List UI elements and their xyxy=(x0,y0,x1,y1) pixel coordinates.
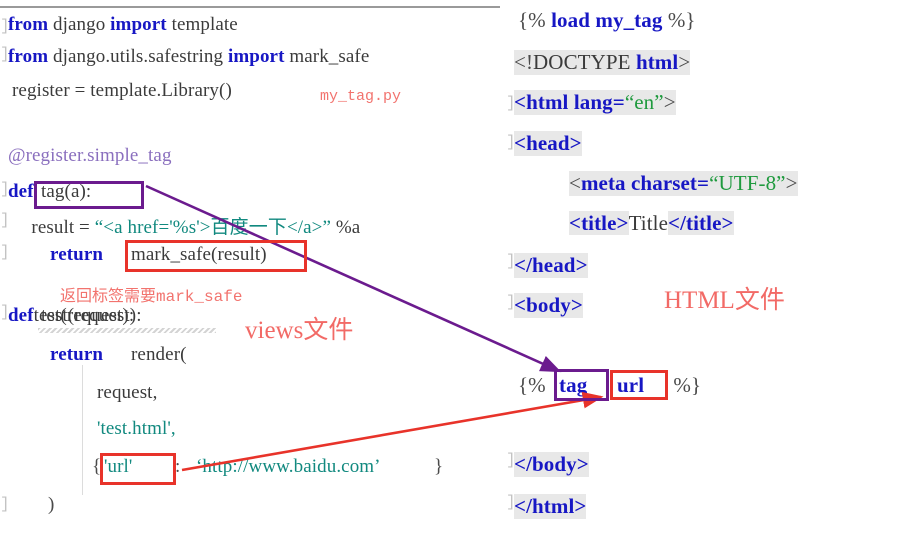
token-test-html-arg: 'test.html', xyxy=(97,418,176,439)
token-lang-attr: lang= xyxy=(573,90,625,114)
token-import: import xyxy=(110,14,167,35)
token-def: def xyxy=(8,181,34,202)
code-line-1: from django import template xyxy=(8,14,238,36)
code-line-3: register = template.Library() xyxy=(12,80,232,102)
code-line-10-render: render( xyxy=(131,344,187,366)
token-body-close: </body> xyxy=(514,452,589,476)
token-html-close: </html> xyxy=(514,494,587,518)
token-test-sig: test(request): xyxy=(41,305,142,326)
token-title-open: <title> xyxy=(569,211,629,235)
code-line-body-close: </body> xyxy=(514,452,589,477)
token-return: return xyxy=(50,244,104,265)
code-line-head-close: </head> xyxy=(514,253,588,278)
html-template-pane[interactable]: ] ] ] ] ] ] {% load my_tag %} <!DOCTYPE … xyxy=(500,0,901,534)
code-line-12: 'test.html', xyxy=(97,418,176,440)
token-close-paren: ) xyxy=(48,494,55,515)
code-line-6: def xyxy=(8,181,34,203)
token-django: django xyxy=(48,14,111,35)
token-import: import xyxy=(227,46,285,67)
highlight-box-tag-arg[interactable] xyxy=(610,370,668,400)
token-charset-attr: charset= xyxy=(631,171,710,195)
token-baidu-anchor-string: “<a href='%s'>百度一下</a>” xyxy=(94,217,332,238)
token-register-assign: register = template.Library() xyxy=(12,80,232,101)
token-result-assign: result = xyxy=(12,217,95,238)
annotation-mark-safe-note: 返回标签需要mark_safe xyxy=(60,288,243,306)
token-load-close: %} xyxy=(662,8,696,32)
token-render-call: render( xyxy=(131,344,187,365)
annotation-views-file: views文件 xyxy=(245,317,354,344)
token-load-open: {% xyxy=(518,8,552,32)
token-meta-name: meta xyxy=(580,171,632,195)
code-line-7: result = “<a href='%s'>百度一下</a>” %a xyxy=(12,212,360,239)
fold-marker-icon[interactable]: ] xyxy=(0,211,10,229)
token-doctype-html: html xyxy=(635,50,679,74)
code-line-html-close: </html> xyxy=(514,494,587,519)
code-line-head-open: <head> xyxy=(514,131,582,156)
code-line-14: ) xyxy=(48,494,54,516)
token-tag-open: {% xyxy=(518,373,552,397)
fold-marker-icon[interactable]: ] xyxy=(0,243,10,261)
token-load-keyword: load my_tag xyxy=(551,8,663,32)
error-squiggle xyxy=(38,328,216,333)
token-doctype-word: DOCTYPE xyxy=(533,50,636,74)
token-meta-lt: < xyxy=(569,171,581,195)
token-close-brace: } xyxy=(434,456,444,477)
code-line-title: <title>Title</title> xyxy=(569,211,734,236)
token-doctype-gt: > xyxy=(678,50,691,74)
token-head-close: </head> xyxy=(514,253,588,277)
code-line-html-open: <html lang=“en”> xyxy=(514,90,676,115)
token-gt: > xyxy=(785,171,798,195)
token-from: from xyxy=(8,46,49,67)
token-title-close: </title> xyxy=(668,211,734,235)
annotation-html-file: HTML文件 xyxy=(664,287,785,314)
code-line-8-return: return xyxy=(50,244,103,266)
token-from: from xyxy=(8,14,49,35)
highlight-box-mark-safe[interactable] xyxy=(125,240,307,272)
token-head-open: <head> xyxy=(514,131,582,155)
code-line-tag-open: {% xyxy=(518,373,551,398)
token-gt: > xyxy=(663,90,676,114)
token-def: def xyxy=(8,305,34,326)
indent-guide xyxy=(82,365,83,495)
code-line-2: from django.utils.safestring import mark… xyxy=(8,46,369,68)
token-tag-close: %} xyxy=(668,373,702,397)
annotation-my-tag-py: my_tag.py xyxy=(320,88,402,105)
highlight-box-url-key[interactable] xyxy=(100,453,176,485)
token-mark-safe: mark_safe xyxy=(284,46,370,67)
token-title-text: Title xyxy=(628,211,669,235)
token-html-open: <html xyxy=(514,90,574,114)
token-return: return xyxy=(50,344,104,365)
token-template: template xyxy=(166,14,238,35)
code-line-doctype: <!DOCTYPE html> xyxy=(514,50,691,75)
code-line-load-tag: {% load my_tag %} xyxy=(518,8,696,33)
screenshot-root: ] ] ] ] ] ] ] from django import templat… xyxy=(0,0,901,534)
fold-marker-icon[interactable]: ] xyxy=(0,495,10,513)
code-line-meta: <meta charset=“UTF-8”> xyxy=(569,171,798,196)
token-django-utils: django.utils.safestring xyxy=(48,46,228,67)
token-decorator: @register.simple_tag xyxy=(8,145,172,166)
highlight-box-tag-call[interactable] xyxy=(554,369,609,401)
token-percent-a: %a xyxy=(331,217,361,238)
token-request-arg: request, xyxy=(97,382,158,403)
code-line-13-url-value: ‘http://www.baidu.com’ xyxy=(196,456,381,478)
code-line-11: request, xyxy=(97,382,157,404)
code-line-tag-close: %} xyxy=(668,373,701,398)
code-line-10-return: return xyxy=(50,344,103,366)
code-line-9-signature: test(request): xyxy=(41,305,142,327)
token-baidu-url: ‘http://www.baidu.com’ xyxy=(196,456,381,477)
code-line-13-close-brace: } xyxy=(434,456,443,478)
token-lang-value: “en” xyxy=(624,90,664,114)
token-body-open: <body> xyxy=(514,293,583,317)
code-line-body-open: <body> xyxy=(514,293,583,318)
token-charset-value: “UTF-8” xyxy=(709,171,786,195)
highlight-box-tag-signature[interactable] xyxy=(34,181,144,209)
code-line-5-decorator: @register.simple_tag xyxy=(8,145,172,167)
token-doctype-lt: <! xyxy=(514,50,534,74)
